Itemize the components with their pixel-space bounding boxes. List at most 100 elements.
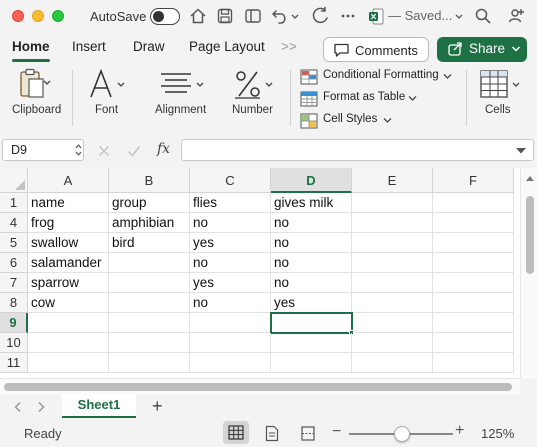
cell-d6[interactable]: no xyxy=(271,253,352,273)
column-header-d[interactable]: D xyxy=(271,168,352,193)
row-header[interactable]: 1 xyxy=(0,193,28,213)
page-break-view-icon[interactable] xyxy=(300,425,316,442)
row-header[interactable]: 7 xyxy=(0,273,28,293)
cell-a4[interactable]: frog xyxy=(28,213,109,233)
comments-button[interactable]: Comments xyxy=(323,37,429,62)
column-header-a[interactable]: A xyxy=(28,168,109,193)
undo-dropdown-icon[interactable] xyxy=(290,6,300,26)
cell-b4[interactable]: amphibian xyxy=(109,213,190,233)
share-people-icon[interactable] xyxy=(507,6,527,26)
name-box[interactable]: D9 xyxy=(2,139,84,161)
cell-c1[interactable]: flies xyxy=(190,193,271,213)
cell-b8[interactable] xyxy=(109,293,190,313)
cell-f10[interactable] xyxy=(433,333,514,353)
share-button[interactable]: Share xyxy=(437,37,527,62)
search-icon[interactable] xyxy=(473,6,493,26)
cell-c7[interactable]: yes xyxy=(190,273,271,293)
undo-icon[interactable] xyxy=(270,6,290,26)
cell-d1[interactable]: gives milk xyxy=(271,193,352,213)
sidebar-toggle-icon[interactable] xyxy=(243,6,263,26)
tab-draw[interactable]: Draw xyxy=(133,39,165,54)
cell-styles-button[interactable]: Cell Styles xyxy=(300,113,395,131)
autosave-toggle[interactable] xyxy=(150,8,180,25)
zoom-level[interactable]: 125% xyxy=(481,426,514,441)
cell-d10[interactable] xyxy=(271,333,352,353)
cell-e8[interactable] xyxy=(352,293,433,313)
vertical-scroll-thumb[interactable] xyxy=(526,196,534,274)
cell-c4[interactable]: no xyxy=(190,213,271,233)
cell-c10[interactable] xyxy=(190,333,271,353)
cancel-edit-icon[interactable] xyxy=(96,143,112,159)
insert-function-icon[interactable]: fx xyxy=(157,141,170,157)
cell-c8[interactable]: no xyxy=(190,293,271,313)
zoom-in-button[interactable]: + xyxy=(455,422,464,440)
cell-a1[interactable]: name xyxy=(28,193,109,213)
cell-d11[interactable] xyxy=(271,353,352,373)
spreadsheet-grid[interactable]: A B C D E F 1 name group flies gives milk 4 frog amph… xyxy=(0,168,520,378)
row-header[interactable]: 11 xyxy=(0,353,28,373)
cell-f5[interactable] xyxy=(433,233,514,253)
close-window-button[interactable] xyxy=(12,10,24,22)
next-sheet-icon[interactable] xyxy=(36,401,46,413)
cell-c11[interactable] xyxy=(190,353,271,373)
cell-f1[interactable] xyxy=(433,193,514,213)
more-options-icon[interactable] xyxy=(338,6,358,26)
alignment-button[interactable]: Alignment xyxy=(150,64,212,124)
zoom-slider-knob[interactable] xyxy=(394,426,410,442)
column-header-c[interactable]: C xyxy=(190,168,271,193)
minimize-window-button[interactable] xyxy=(32,10,44,22)
row-header[interactable]: 6 xyxy=(0,253,28,273)
font-button[interactable]: Font xyxy=(80,64,134,124)
scroll-up-icon[interactable] xyxy=(525,174,535,182)
horizontal-scroll-thumb[interactable] xyxy=(4,383,512,391)
cell-c6[interactable]: no xyxy=(190,253,271,273)
cell-b11[interactable] xyxy=(109,353,190,373)
maximize-window-button[interactable] xyxy=(52,10,64,22)
row-header[interactable]: 9 xyxy=(0,313,28,333)
horizontal-scrollbar[interactable] xyxy=(0,378,520,394)
cell-a11[interactable] xyxy=(28,353,109,373)
cell-b9[interactable] xyxy=(109,313,190,333)
cell-d5[interactable]: no xyxy=(271,233,352,253)
select-all-corner[interactable] xyxy=(0,168,28,193)
row-header[interactable]: 4 xyxy=(0,213,28,233)
add-sheet-button[interactable]: + xyxy=(152,396,163,417)
cell-a8[interactable]: cow xyxy=(28,293,109,313)
cell-d7[interactable]: no xyxy=(271,273,352,293)
conditional-formatting-button[interactable]: Conditional Formatting xyxy=(300,69,455,87)
cell-f6[interactable] xyxy=(433,253,514,273)
cell-a9[interactable] xyxy=(28,313,109,333)
cell-a10[interactable] xyxy=(28,333,109,353)
cell-f9[interactable] xyxy=(433,313,514,333)
clipboard-button[interactable]: Clipboard xyxy=(8,64,64,124)
cell-f4[interactable] xyxy=(433,213,514,233)
column-header-f[interactable]: F xyxy=(433,168,514,193)
vertical-scrollbar[interactable] xyxy=(520,168,537,378)
confirm-edit-icon[interactable] xyxy=(126,143,142,159)
column-header-e[interactable]: E xyxy=(352,168,433,193)
saved-dropdown-icon[interactable] xyxy=(454,6,464,26)
save-icon[interactable] xyxy=(215,6,235,26)
cell-b10[interactable] xyxy=(109,333,190,353)
cell-f7[interactable] xyxy=(433,273,514,293)
cell-b1[interactable]: group xyxy=(109,193,190,213)
previous-sheet-icon[interactable] xyxy=(13,401,23,413)
cell-e1[interactable] xyxy=(352,193,433,213)
tab-overflow-chevron[interactable]: >> xyxy=(281,39,297,54)
formula-input[interactable] xyxy=(181,139,534,161)
column-header-b[interactable]: B xyxy=(109,168,190,193)
tab-insert[interactable]: Insert xyxy=(72,39,106,54)
cell-b6[interactable] xyxy=(109,253,190,273)
tab-page-layout[interactable]: Page Layout xyxy=(189,39,265,54)
cells-button[interactable]: Cells xyxy=(474,64,524,124)
cell-e4[interactable] xyxy=(352,213,433,233)
row-header[interactable]: 10 xyxy=(0,333,28,353)
cell-a6[interactable]: salamander xyxy=(28,253,109,273)
expand-formula-icon[interactable] xyxy=(515,147,527,155)
zoom-out-button[interactable]: − xyxy=(332,423,341,441)
normal-view-button[interactable] xyxy=(223,421,249,444)
home-icon[interactable] xyxy=(188,6,208,26)
cell-b5[interactable]: bird xyxy=(109,233,190,253)
cell-e6[interactable] xyxy=(352,253,433,273)
cell-a5[interactable]: swallow xyxy=(28,233,109,253)
